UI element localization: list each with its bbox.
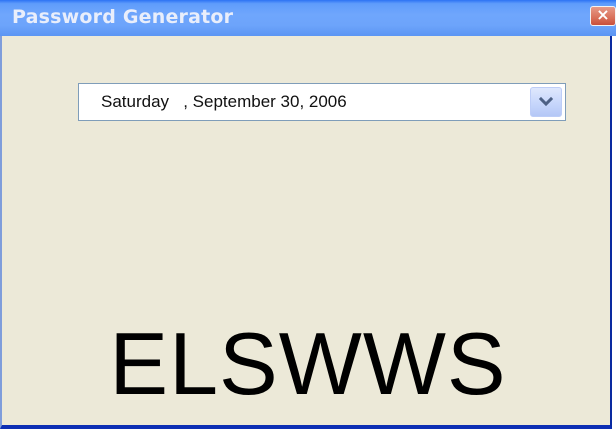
- date-picker-value: Saturday , September 30, 2006: [101, 92, 347, 111]
- close-button[interactable]: ×: [590, 5, 616, 26]
- title-bar[interactable]: Password Generator ×: [0, 0, 616, 36]
- close-icon: ×: [596, 5, 610, 24]
- chevron-down-icon: [539, 96, 553, 107]
- generated-password: ELSWWS: [109, 314, 507, 413]
- window-title: Password Generator: [12, 6, 234, 28]
- date-dropdown-button[interactable]: [530, 87, 562, 117]
- app-window: Password Generator × Saturday , Septembe…: [0, 0, 616, 429]
- date-picker[interactable]: Saturday , September 30, 2006: [78, 83, 566, 121]
